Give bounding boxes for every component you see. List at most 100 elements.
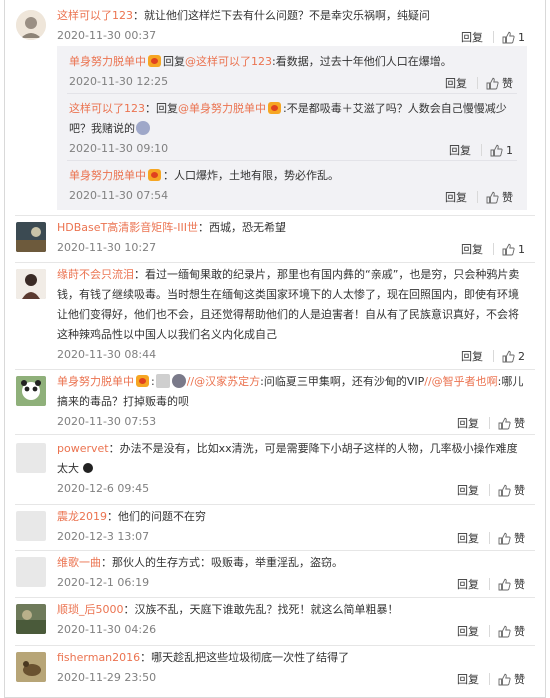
comment-username[interactable]: 维歌一曲: [57, 556, 101, 569]
reply-mention[interactable]: @单身努力脱单中: [178, 102, 266, 115]
thumbs-up-icon: [498, 673, 511, 685]
comment-username[interactable]: fisherman2016: [57, 651, 140, 664]
thumbs-up-icon: [502, 31, 515, 43]
reply-divider: [67, 93, 517, 94]
comment-username[interactable]: HDBaseT高清影音矩阵-III世: [57, 221, 198, 234]
like-count: 赞: [514, 532, 525, 545]
comment-username[interactable]: 单身努力脱单中: [57, 375, 134, 388]
like-count: 赞: [502, 191, 513, 204]
avatar[interactable]: [16, 269, 46, 299]
comment-username[interactable]: 顺琐_后5000: [57, 603, 124, 616]
thumbs-up-icon: [498, 417, 511, 429]
reply-button[interactable]: 回复: [457, 671, 479, 687]
avatar[interactable]: [16, 604, 46, 634]
like-button[interactable]: 2: [502, 350, 525, 363]
comment-mention[interactable]: //@智乎者也啊: [424, 375, 497, 388]
like-button[interactable]: 赞: [486, 189, 513, 205]
like-button[interactable]: 赞: [498, 671, 525, 687]
reply-thread: 单身努力脱单中 回复@这样可以了123:看数据，过去十年他们人口在爆增。 2020…: [57, 46, 527, 210]
colon: :: [151, 375, 155, 388]
comment-divider: [15, 597, 535, 598]
comment-actions: 回复 赞: [457, 482, 525, 498]
like-button[interactable]: 1: [490, 144, 513, 157]
comment-username[interactable]: powervet: [57, 442, 109, 455]
reply-prefix: 回复: [163, 55, 185, 68]
comment-time: 2020-11-30 07:53: [57, 415, 157, 428]
like-button[interactable]: 赞: [498, 482, 525, 498]
reply-mention[interactable]: @这样可以了123: [185, 55, 272, 68]
comment-text: 缘莳不会只流泪：看过一缅甸果敢的纪录片，那里也有国内彝的“亲戚”，也是穷，只会种…: [57, 265, 527, 345]
like-button[interactable]: 赞: [498, 623, 525, 639]
reply-button[interactable]: 回复: [445, 189, 467, 205]
comment-text: 顺琐_后5000：汉族不乱，天庭下谁敢先乱？找死！就这么简单粗暴！: [57, 600, 527, 620]
divider: [489, 484, 490, 496]
reply-button[interactable]: 回复: [457, 576, 479, 592]
avatar[interactable]: [16, 511, 46, 541]
comment-actions: 回复 2: [461, 348, 525, 364]
reply-time: 2020-11-30 12:25: [69, 75, 169, 88]
reply-button[interactable]: 回复: [457, 415, 479, 431]
comment-text: 震龙2019：他们的问题不在穷: [57, 507, 527, 527]
comment-time: 2020-11-30 10:27: [57, 241, 157, 254]
comment-text: fisherman2016：哪天趁乱把这些垃圾彻底一次性了结得了: [57, 648, 527, 668]
like-count: 1: [518, 30, 525, 44]
like-count: 赞: [514, 578, 525, 591]
comment-time: 2020-11-30 04:26: [57, 623, 157, 636]
like-count: 赞: [514, 625, 525, 638]
like-button[interactable]: 赞: [498, 415, 525, 431]
comment-actions: 回复 赞: [457, 415, 525, 431]
reply-username[interactable]: 单身努力脱单中: [69, 55, 146, 68]
reply-text: 单身努力脱单中 回复@这样可以了123:看数据，过去十年他们人口在爆增。: [69, 52, 515, 72]
avatar[interactable]: [16, 376, 46, 406]
emoji-icon: [171, 374, 186, 388]
like-button[interactable]: 赞: [498, 530, 525, 546]
comment-actions: 回复 赞: [457, 530, 525, 546]
comment-body: ：汉族不乱，天庭下谁敢先乱？找死！就这么简单粗暴！: [123, 603, 399, 616]
reply-button[interactable]: 回复: [461, 29, 483, 45]
divider: [477, 77, 478, 89]
like-button[interactable]: 1: [502, 31, 525, 44]
comment-body: ：就让他们这样烂下去有什么问题？不是幸灾乐祸啊，纯疑问: [133, 9, 430, 22]
reply-button[interactable]: 回复: [461, 348, 483, 364]
reply-button[interactable]: 回复: [457, 530, 479, 546]
reply-body: :看数据，过去十年他们人口在爆增。: [272, 55, 452, 68]
comment-username[interactable]: 这样可以了123: [57, 9, 133, 22]
comment-text: 单身努力脱单中: //@汉家苏定方:问临夏三甲集啊，还有沙甸的VIP//@智乎者也…: [57, 372, 527, 412]
reply-button[interactable]: 回复: [457, 482, 479, 498]
like-count: 赞: [502, 77, 513, 90]
like-button[interactable]: 1: [502, 243, 525, 256]
like-button[interactable]: 赞: [498, 576, 525, 592]
comment-username[interactable]: 缘莳不会只流泪: [57, 268, 134, 281]
comment-username[interactable]: 震龙2019: [57, 510, 107, 523]
comment-time: 2020-12-3 13:07: [57, 530, 150, 543]
like-button[interactable]: 赞: [486, 75, 513, 91]
avatar[interactable]: [16, 443, 46, 473]
divider: [489, 417, 490, 429]
reply-button[interactable]: 回复: [457, 623, 479, 639]
comment-divider: [15, 369, 535, 370]
reply-username[interactable]: 这样可以了123: [69, 102, 145, 115]
reply-button[interactable]: 回复: [449, 142, 471, 158]
reply-prefix: ：: [145, 102, 156, 115]
reply-button[interactable]: 回复: [461, 241, 483, 257]
comment-divider: [15, 262, 535, 263]
avatar[interactable]: [16, 652, 46, 682]
divider: [477, 191, 478, 203]
reply-username[interactable]: 单身努力脱单中: [69, 169, 146, 182]
avatar[interactable]: [16, 222, 46, 252]
avatar[interactable]: [16, 557, 46, 587]
comment-time: 2020-12-6 09:45: [57, 482, 150, 495]
thumbs-up-icon: [502, 243, 515, 255]
emoji-icon: [155, 374, 170, 388]
bomb-icon: [82, 463, 93, 473]
divider: [489, 673, 490, 685]
divider: [493, 243, 494, 255]
like-count: 赞: [514, 484, 525, 497]
reply-time: 2020-11-30 07:54: [69, 189, 169, 202]
comment-mention[interactable]: //@汉家苏定方: [187, 375, 260, 388]
comment-body: ：办法不是没有，比如xx清洗，可是需要降下小胡子这样的人物，几率极小操作难度太大: [57, 442, 518, 475]
divider: [493, 350, 494, 362]
reply-button[interactable]: 回复: [445, 75, 467, 91]
avatar[interactable]: [16, 10, 46, 40]
comment-text: 这样可以了123：就让他们这样烂下去有什么问题？不是幸灾乐祸啊，纯疑问: [57, 6, 527, 26]
